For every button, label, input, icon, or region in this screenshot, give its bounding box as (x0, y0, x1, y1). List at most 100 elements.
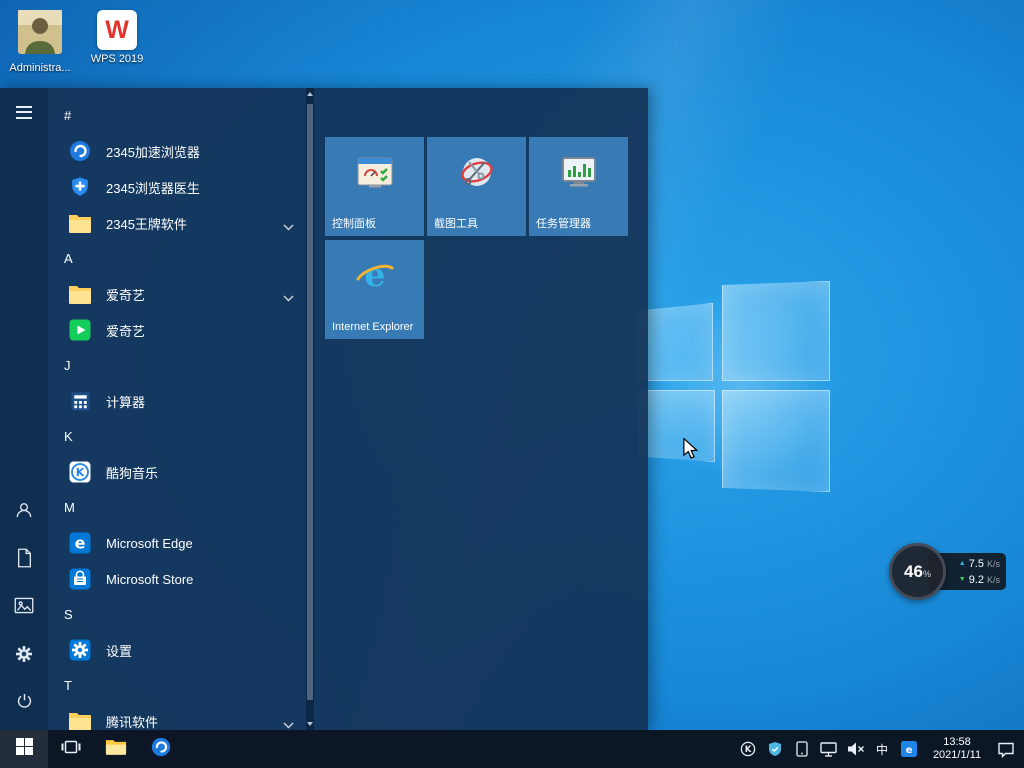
volume-muted-icon[interactable] (845, 730, 866, 768)
shield-icon (66, 173, 94, 201)
app-list-section-header[interactable]: T (48, 668, 306, 703)
svg-text:e: e (905, 745, 912, 756)
task-manager-icon (529, 151, 628, 195)
gear-icon (14, 644, 34, 669)
control-panel-icon (325, 151, 424, 195)
windows-logo-pane (637, 303, 713, 381)
clock-time: 13:58 (925, 736, 989, 749)
download-arrow-icon: ▼ (959, 576, 966, 583)
2345-browser-icon (66, 137, 94, 165)
start-menu-rail (0, 88, 48, 730)
svg-text:e: e (364, 255, 385, 294)
network-speed-widget[interactable]: ▲ 7.5 K/s ▼ 9.2 K/s 46 % (889, 543, 1007, 600)
app-group-tencent-software[interactable]: 腾讯软件 (48, 703, 306, 730)
pictures-icon (14, 597, 34, 619)
2345-browser-icon (150, 736, 172, 763)
upload-speed-unit: K/s (987, 559, 1000, 569)
tile-control-panel[interactable]: 控制面板 (325, 137, 424, 236)
chevron-down-icon[interactable] (283, 290, 294, 305)
file-explorer-icon (105, 737, 127, 761)
tray-security-shield-icon[interactable] (764, 730, 785, 768)
edge-icon: e (66, 529, 94, 557)
start-menu-app-list: # 2345加速浏览器 2345浏览器医生 2345王牌软件 (48, 88, 306, 730)
desktop-icon-wps2019[interactable]: W WPS 2019 (83, 10, 151, 65)
ime-indicator[interactable]: 中 (872, 741, 892, 758)
app-item-kugou-music[interactable]: K 酷狗音乐 (48, 454, 306, 490)
hamburger-menu-button[interactable] (0, 88, 48, 136)
start-button[interactable] (0, 730, 48, 768)
scrollbar-down-arrow[interactable] (307, 722, 313, 726)
windows-logo-pane (722, 390, 830, 492)
settings-app-icon (66, 636, 94, 664)
folder-icon (66, 209, 94, 237)
tile-task-manager[interactable]: 任务管理器 (529, 137, 628, 236)
tray-kugou-icon[interactable]: K (737, 730, 758, 768)
app-item-2345-browser-doctor[interactable]: 2345浏览器医生 (48, 169, 306, 205)
desktop-icon-label: WPS 2019 (91, 53, 144, 65)
app-list-section-header[interactable]: S (48, 597, 306, 632)
tray-blue-app-icon[interactable]: e (898, 730, 919, 768)
tray-device-icon[interactable] (791, 730, 812, 768)
app-list-section-header[interactable]: J (48, 348, 306, 383)
app-item-settings[interactable]: 设置 (48, 632, 306, 668)
download-speed-row: ▼ 9.2 K/s (952, 572, 1000, 587)
svg-text:e: e (75, 534, 86, 553)
svg-text:K: K (744, 745, 751, 755)
app-list-section-header[interactable]: A (48, 241, 306, 276)
usage-percent: 46 (904, 546, 923, 597)
tile-snipping-tool[interactable]: 截图工具 (427, 137, 526, 236)
internet-explorer-icon: e (325, 254, 424, 298)
tile-internet-explorer[interactable]: e Internet Explorer (325, 240, 424, 339)
task-view-icon (61, 739, 81, 760)
kugou-icon: K (66, 458, 94, 486)
app-item-microsoft-edge[interactable]: e Microsoft Edge (48, 525, 306, 561)
usage-gauge[interactable]: 46 % (889, 543, 946, 600)
download-speed-unit: K/s (987, 575, 1000, 585)
app-list-scrollbar (306, 88, 314, 730)
download-speed-value: 9.2 (969, 574, 984, 586)
network-icon[interactable] (818, 730, 839, 768)
app-item-2345-browser[interactable]: 2345加速浏览器 (48, 133, 306, 169)
file-explorer-button[interactable] (93, 730, 138, 768)
app-list-section-header[interactable]: # (48, 98, 306, 133)
windows-logo (635, 278, 833, 494)
iqiyi-icon (66, 316, 94, 344)
browser-2345-button[interactable] (138, 730, 183, 768)
power-button[interactable] (0, 680, 48, 728)
usage-percent-sign: % (923, 569, 931, 579)
power-icon (15, 692, 34, 716)
user-icon (14, 500, 34, 525)
desktop-icon-label: Administra... (9, 62, 70, 74)
app-list-section-header[interactable]: M (48, 490, 306, 525)
documents-button[interactable] (0, 536, 48, 584)
app-item-iqiyi[interactable]: 爱奇艺 (48, 312, 306, 348)
task-view-button[interactable] (48, 730, 93, 768)
windows-flag-icon (16, 738, 33, 760)
folder-icon (66, 280, 94, 308)
upload-speed-value: 7.5 (969, 558, 984, 570)
folder-icon (66, 707, 94, 730)
start-menu: # 2345加速浏览器 2345浏览器医生 2345王牌软件 (0, 88, 648, 730)
chevron-down-icon[interactable] (283, 717, 294, 730)
svg-text:K: K (76, 466, 85, 479)
scrollbar-up-arrow[interactable] (307, 92, 313, 96)
action-center-button[interactable] (995, 730, 1016, 768)
windows-logo-pane (722, 281, 830, 381)
chevron-down-icon[interactable] (283, 219, 294, 234)
upload-arrow-icon: ▲ (959, 560, 966, 567)
app-group-iqiyi[interactable]: 爱奇艺 (48, 276, 306, 312)
user-account-button[interactable] (0, 488, 48, 536)
scrollbar-thumb[interactable] (307, 104, 313, 700)
app-group-2345-software[interactable]: 2345王牌软件 (48, 205, 306, 241)
clock-date: 2021/1/11 (925, 749, 989, 762)
app-list-section-header[interactable]: K (48, 419, 306, 454)
desktop-icon-administrator[interactable]: Administra... (6, 10, 74, 74)
app-item-microsoft-store[interactable]: Microsoft Store (48, 561, 306, 597)
pictures-button[interactable] (0, 584, 48, 632)
app-item-calculator[interactable]: 计算器 (48, 383, 306, 419)
document-icon (16, 548, 33, 573)
taskbar-clock[interactable]: 13:58 2021/1/11 (925, 736, 989, 762)
screen: Administra... W WPS 2019 (0, 0, 1024, 768)
settings-button[interactable] (0, 632, 48, 680)
calculator-icon (66, 387, 94, 415)
